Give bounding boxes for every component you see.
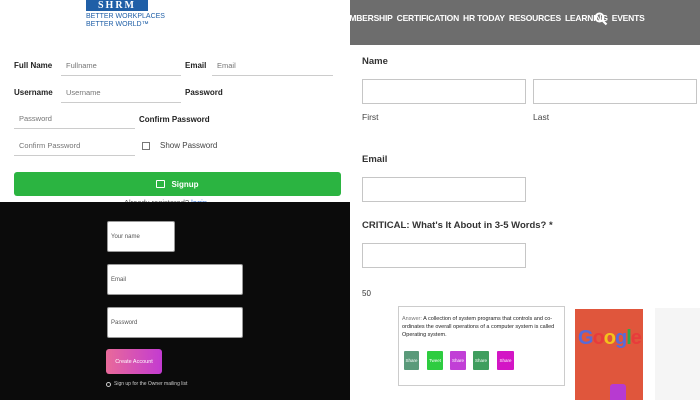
mailing-list-checkbox[interactable] — [106, 381, 111, 387]
last-name-input[interactable] — [533, 79, 697, 104]
share-button-3[interactable]: Share — [473, 351, 489, 370]
contact-email-label: Email — [362, 154, 388, 165]
contact-email-input[interactable] — [362, 177, 526, 202]
show-password-label: Show Password — [160, 141, 218, 150]
show-password-checkbox[interactable] — [142, 142, 150, 150]
share-button-1[interactable]: Share — [404, 351, 419, 370]
google-thumbnail: Google — [575, 309, 643, 400]
password-label: Password — [185, 88, 223, 97]
full-name-label: Full Name — [14, 61, 53, 70]
name-label: Name — [362, 56, 388, 67]
answer-text: Answer: A collection of system programs … — [402, 315, 562, 339]
confirm-password-label: Confirm Password — [139, 115, 210, 124]
last-sublabel: Last — [533, 112, 550, 122]
your-name-input[interactable]: Your name — [107, 221, 175, 252]
logo-tagline: BETTER WORKPLACES BETTER WORLD™ — [86, 13, 165, 28]
search-icon[interactable] — [594, 12, 608, 26]
character-counter: 50 — [362, 289, 371, 298]
username-label: Username — [14, 88, 53, 97]
signup-button-label: Signup — [171, 179, 199, 189]
email-input[interactable] — [212, 56, 333, 76]
dark-email-input[interactable]: Email — [107, 264, 243, 295]
background-panel — [655, 308, 700, 400]
password-input[interactable] — [14, 109, 135, 129]
nav-resources[interactable]: RESOURCES — [509, 13, 561, 23]
confirm-password-input[interactable] — [14, 136, 135, 156]
tweet-button[interactable]: Tweet — [427, 351, 443, 370]
answer-body: A collection of system programs that con… — [402, 316, 555, 338]
critical-label: CRITICAL: What's It About in 3-5 Words? … — [362, 220, 553, 231]
username-input[interactable] — [61, 83, 181, 103]
critical-input[interactable] — [362, 243, 526, 268]
mailing-list-option[interactable]: Sign up for the Owner mailing list — [106, 381, 187, 387]
logo-area: SHRM BETTER WORKPLACES BETTER WORLD™ — [0, 0, 350, 45]
email-label: Email — [185, 61, 207, 70]
nav-events[interactable]: EVENTS — [612, 13, 645, 23]
mailing-list-label: Sign up for the Owner mailing list — [114, 381, 188, 387]
create-account-button[interactable]: Create Account — [106, 349, 162, 374]
answer-prefix: Answer: — [402, 316, 422, 322]
nav-hr-today[interactable]: HR TODAY — [463, 13, 505, 23]
share-button-2[interactable]: Share — [450, 351, 466, 370]
first-sublabel: First — [362, 112, 379, 122]
nav-certification[interactable]: CERTIFICATION — [397, 13, 460, 23]
signup-form: Full Name Email Username Password Confir… — [0, 45, 350, 207]
lock-icon — [156, 180, 166, 188]
purple-shape — [610, 384, 626, 400]
google-wordmark: Google — [578, 327, 642, 349]
signup-button[interactable]: Signup — [14, 172, 341, 196]
full-name-input[interactable] — [61, 56, 181, 76]
answer-card: Answer: A collection of system programs … — [398, 306, 565, 386]
dark-signup-panel: Your name Email Password Create Account … — [0, 202, 350, 400]
share-button-4[interactable]: Share — [497, 351, 514, 370]
shrm-logo[interactable]: SHRM — [86, 0, 148, 11]
first-name-input[interactable] — [362, 79, 526, 104]
dark-password-input[interactable]: Password — [107, 307, 243, 338]
nav-membership[interactable]: MEMBERSHIP — [337, 13, 393, 23]
